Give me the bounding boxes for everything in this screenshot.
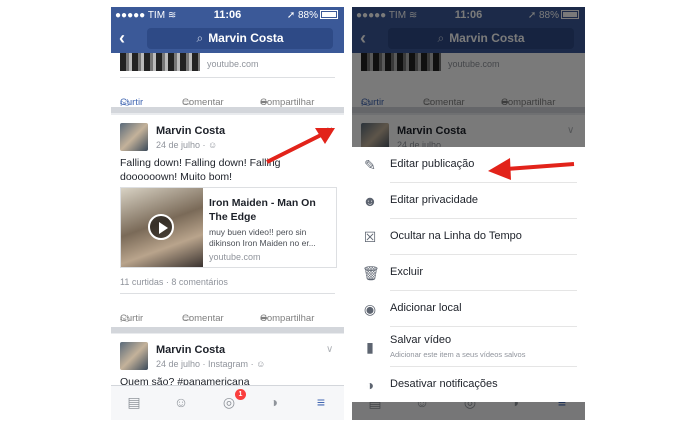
people-icon: ☻: [362, 193, 378, 209]
post-card: Marvin Costa 24 de julho · Instagram · ☺…: [111, 334, 344, 386]
menu-item-disable-notifications[interactable]: ◑ Desativar notificações: [352, 367, 585, 403]
menu-item-delete[interactable]: 🗑︎ Excluir: [352, 255, 585, 291]
post-author[interactable]: Marvin Costa: [156, 125, 225, 137]
search-text: Marvin Costa: [208, 31, 284, 45]
phone-screen-menu: ●●●●● TIM ≋ 11:06 ➚ 88% ‹ ⌕Marvin Costa …: [352, 7, 585, 420]
post-date: 24 de julho · Instagram · ☺: [156, 359, 266, 369]
menu-item-label: Excluir: [390, 266, 424, 278]
share-label: Compartilhar: [260, 313, 315, 324]
menu-item-hide-timeline[interactable]: ☒ Ocultar na Linha do Tempo: [352, 219, 585, 255]
menu-tab-icon[interactable]: ≡: [313, 394, 329, 410]
phone-screen-feed: ●●●●● TIM ≋ 11:06 ➚ 88% ‹ ⌕ Marvin Costa …: [111, 7, 344, 420]
post-date-text: 24 de julho: [156, 140, 201, 150]
bookmark-icon: ▮: [366, 339, 374, 355]
post-actions: 👍︎ Curtir ▭ Comentar ➦ Compartilhar: [111, 79, 344, 109]
link-source: youtube.com: [207, 59, 259, 69]
battery-percent: 88%: [297, 10, 318, 21]
post-date-text: 24 de julho · Instagram: [156, 359, 249, 369]
like-label: Curtir: [120, 313, 144, 324]
globe-tab-icon[interactable]: ◑: [266, 394, 282, 410]
avatar[interactable]: [120, 342, 148, 370]
news-feed: youtube.com 👍︎ Curtir ▭ Comentar ➦ Compa…: [111, 53, 344, 386]
link-preview[interactable]: Iron Maiden - Man On The Edge muy buen v…: [120, 187, 337, 268]
friends-audience-icon: ☺: [256, 359, 266, 369]
link-description: muy buen video!! pero sin dikinson Iron …: [209, 227, 316, 248]
menu-item-edit-privacy[interactable]: ☻ Editar privacidade: [352, 183, 585, 219]
tab-bar: ▤ ☺ ◎ 1 ◑ ≡: [111, 385, 344, 420]
location-pin-icon: ◉: [363, 301, 377, 317]
previous-post-card: youtube.com 👍︎ Curtir ▭ Comentar ➦ Compa…: [111, 53, 344, 109]
pencil-icon: ✎: [364, 157, 376, 173]
red-pointer-arrow: [266, 128, 335, 164]
menu-item-label: Editar privacidade: [390, 194, 479, 206]
link-title: Iron Maiden - Man On The Edge: [209, 197, 316, 223]
friends-tab-icon[interactable]: ☺: [173, 394, 189, 410]
post-options-chevron-icon[interactable]: ∨: [326, 344, 333, 355]
search-icon: ⌕: [196, 31, 204, 45]
battery-icon: [320, 10, 338, 19]
menu-item-label: Adicionar local: [390, 302, 462, 314]
post-author[interactable]: Marvin Costa: [156, 344, 225, 356]
notification-badge: 1: [235, 389, 246, 400]
link-thumbnail[interactable]: [120, 53, 200, 71]
menu-item-sublabel: Adicionar este item a seus vídeos salvos: [390, 350, 526, 359]
feed-separator: [111, 327, 344, 333]
hide-x-icon: ☒: [363, 229, 377, 245]
post-actions: 👍︎ Curtir ▭ Comentar ➦ Compartilhar: [111, 295, 344, 325]
news-feed-tab-icon[interactable]: ▤: [126, 394, 142, 410]
menu-item-label: Desativar notificações: [390, 378, 498, 390]
avatar[interactable]: [120, 123, 148, 151]
video-thumbnail[interactable]: [121, 188, 203, 267]
play-icon[interactable]: [148, 214, 174, 240]
trash-icon: 🗑︎: [362, 265, 380, 281]
menu-item-add-location[interactable]: ◉ Adicionar local: [352, 291, 585, 327]
red-pointer-arrow: [488, 158, 575, 180]
location-arrow-icon: ➚: [286, 10, 296, 21]
menu-item-save-video[interactable]: ▮ Salvar vídeo Adicionar este item a seu…: [352, 327, 585, 367]
search-bar[interactable]: ⌕ Marvin Costa: [147, 28, 333, 49]
back-chevron-icon[interactable]: ‹: [119, 28, 125, 49]
globe-icon: ◑: [365, 377, 375, 393]
friends-audience-icon: ☺: [208, 140, 218, 150]
menu-item-label: Editar publicação: [390, 158, 475, 170]
post-stats[interactable]: 11 curtidas · 8 comentários: [120, 277, 228, 287]
comment-label: Comentar: [182, 313, 224, 324]
nav-bar: ‹ ⌕ Marvin Costa: [111, 24, 344, 53]
menu-item-label: Ocultar na Linha do Tempo: [390, 230, 522, 242]
link-source: youtube.com: [209, 252, 261, 262]
post-options-menu: ✎ Editar publicação ☻ Editar privacidade…: [352, 147, 585, 402]
menu-item-label: Salvar vídeo: [390, 334, 452, 346]
feed-separator: [111, 107, 344, 113]
post-date: 24 de julho · ☺: [156, 140, 218, 150]
status-bar: ●●●●● TIM ≋ 11:06 ➚ 88%: [111, 7, 344, 24]
